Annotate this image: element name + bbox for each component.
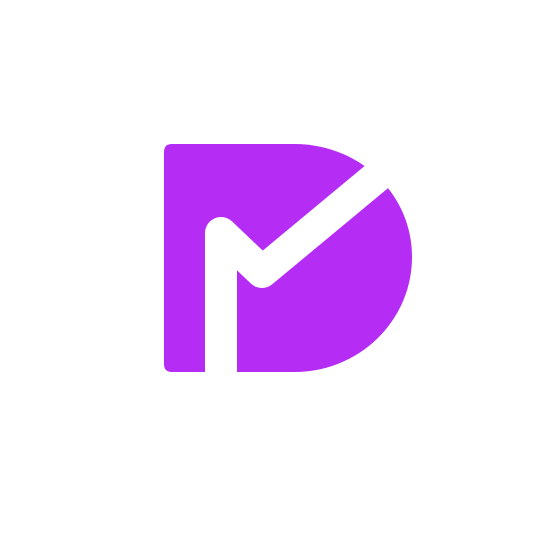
d-checkmark-logo-icon bbox=[164, 144, 412, 372]
logo-canvas bbox=[0, 0, 540, 540]
d-letter-shape bbox=[164, 144, 412, 372]
